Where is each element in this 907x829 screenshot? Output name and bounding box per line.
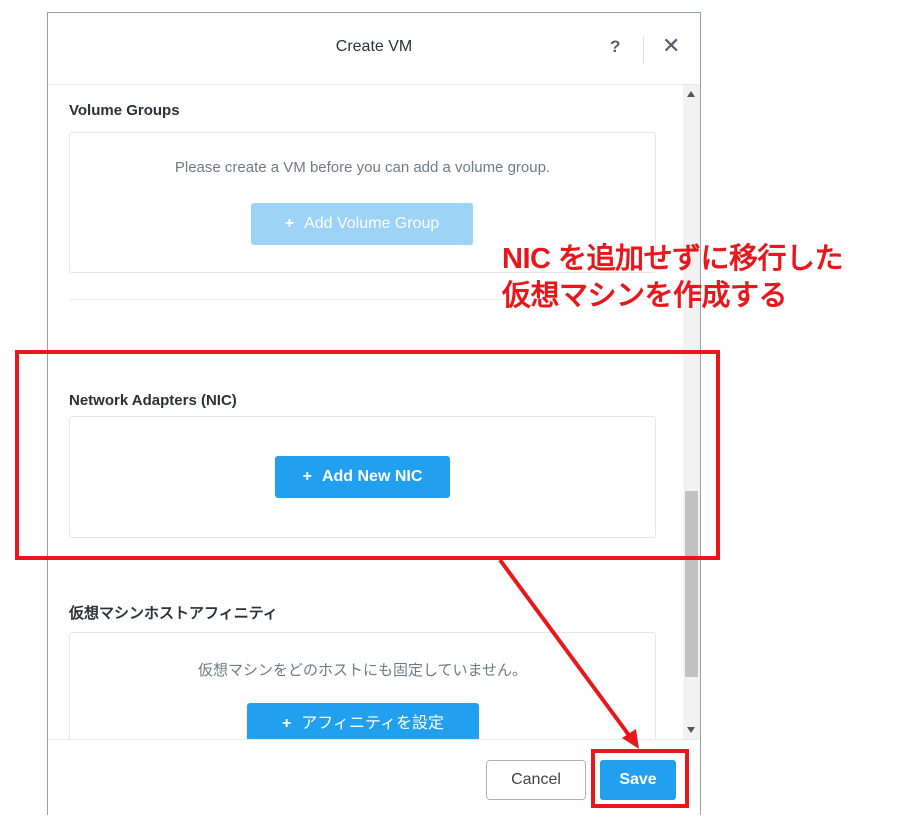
annotation-line-2: 仮想マシンを作成する xyxy=(502,280,788,312)
annotation-callout: NIC を追加せずに移行した 仮想マシンを作成する xyxy=(502,241,844,315)
annotation-line-1: NIC を追加せずに移行した xyxy=(502,243,844,275)
annotation-arrow xyxy=(498,558,639,749)
